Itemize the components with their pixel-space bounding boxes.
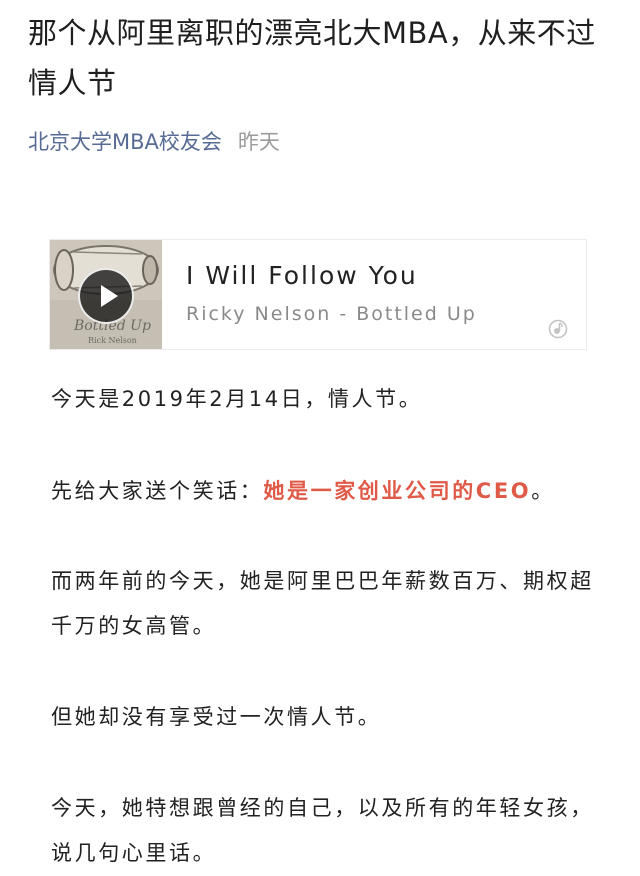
album-cover: Bottled Up Rick Nelson	[50, 240, 162, 349]
paragraph-valentine: 但她却没有享受过一次情人节。	[51, 705, 382, 729]
paragraph-message: 今天，她特想跟曾经的自己，以及所有的年轻女孩，说几句心里话。	[51, 796, 594, 865]
highlighted-text: 她是一家创业公司的CEO	[263, 479, 532, 503]
play-button[interactable]	[78, 268, 134, 324]
joke-prefix: 先给大家送个笑话：	[51, 479, 264, 503]
music-card[interactable]: Bottled Up Rick Nelson I Will Follow You…	[49, 239, 587, 350]
article-meta: 北京大学MBA校友会 昨天	[28, 127, 280, 157]
music-logo-icon	[548, 319, 568, 339]
account-name-link[interactable]: 北京大学MBA校友会	[28, 130, 222, 154]
song-artist-album: Ricky Nelson - Bottled Up	[186, 303, 477, 325]
article-title: 那个从阿里离职的漂亮北大MBA，从来不过情人节	[28, 16, 596, 100]
paragraph-date: 今天是2019年2月14日，情人节。	[51, 387, 423, 411]
article: 那个从阿里离职的漂亮北大MBA，从来不过情人节 北京大学MBA校友会 昨天 Bot…	[0, 0, 640, 875]
song-title: I Will Follow You	[186, 261, 418, 290]
paragraph-joke: 先给大家送个笑话：她是一家创业公司的CEO。	[51, 469, 597, 514]
joke-suffix: 。	[531, 479, 555, 503]
album-subcaption: Rick Nelson	[88, 336, 137, 345]
paragraph-background: 而两年前的今天，她是阿里巴巴年薪数百万、期权超千万的女高管。	[51, 569, 594, 638]
publish-date: 昨天	[237, 130, 280, 154]
